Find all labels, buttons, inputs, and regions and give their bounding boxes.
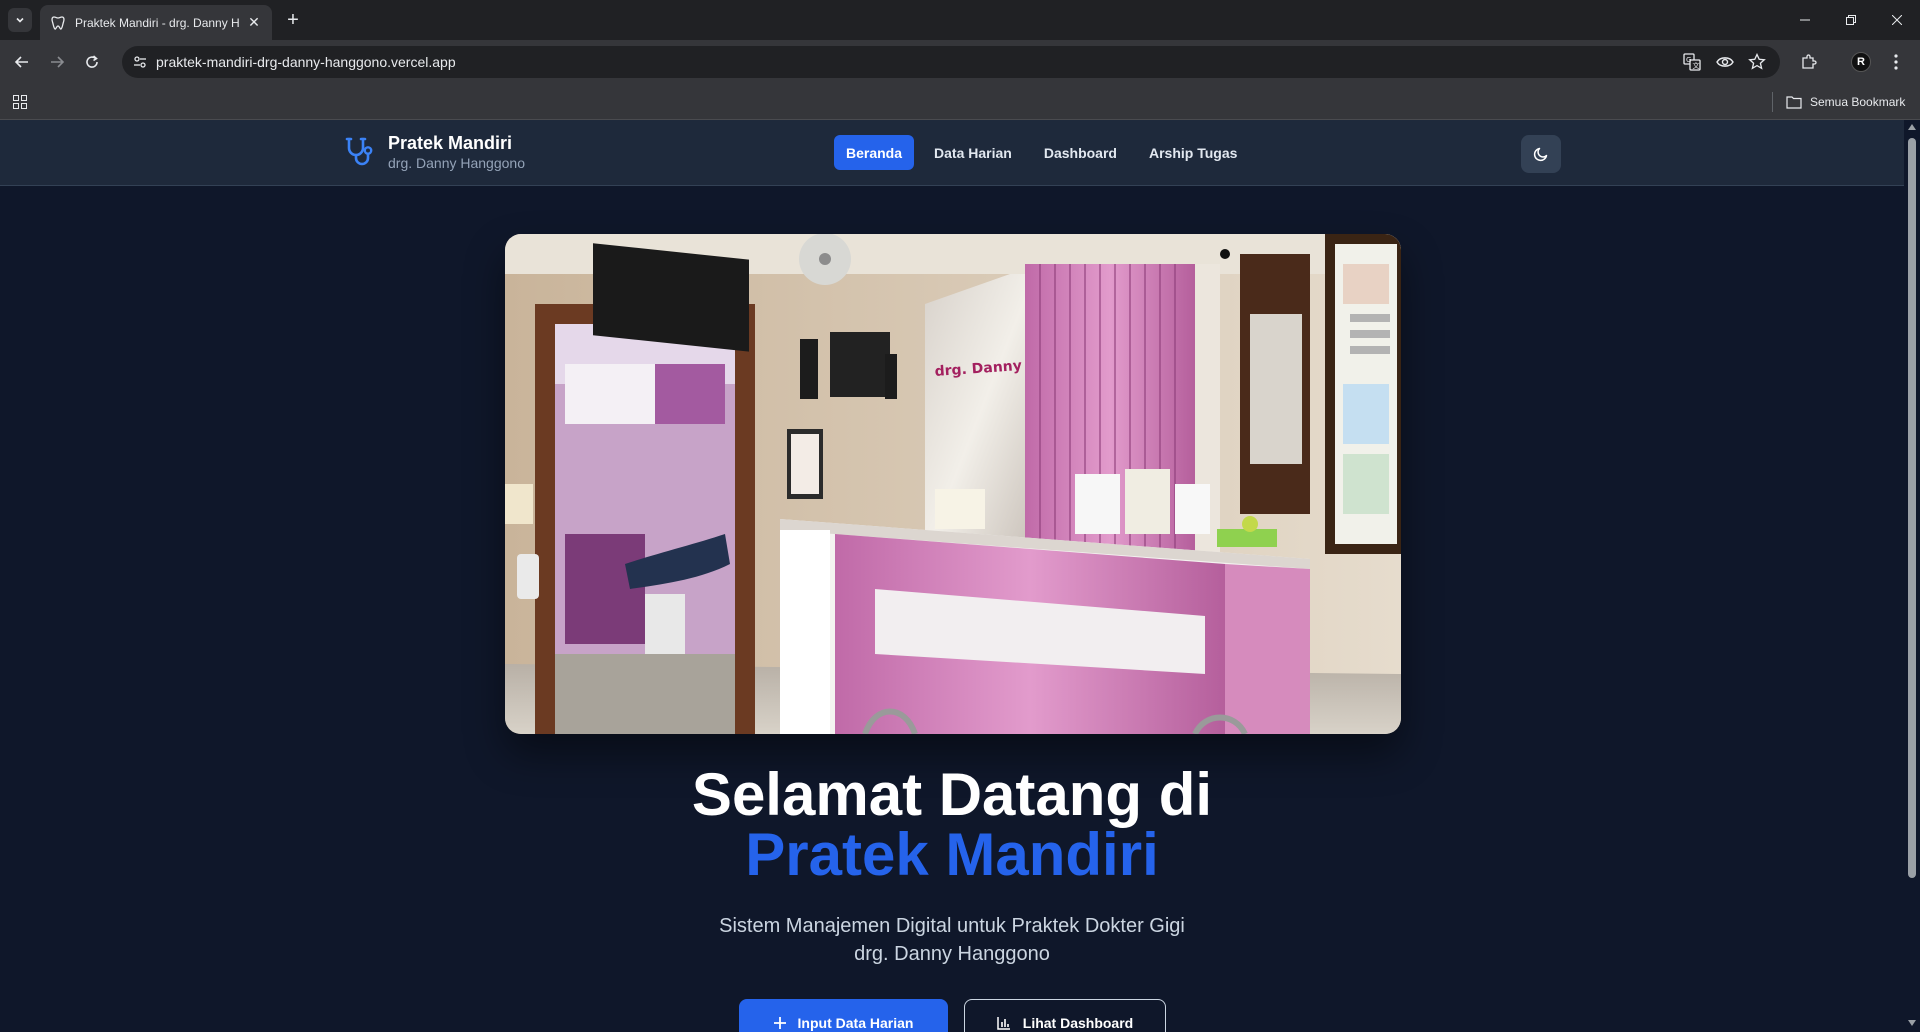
restore-button[interactable] [1828, 0, 1874, 40]
plus-icon [773, 1017, 786, 1029]
close-icon [1892, 15, 1902, 25]
translate-icon[interactable]: G文 [1682, 52, 1702, 72]
arrow-right-icon [51, 56, 65, 68]
theme-toggle-button[interactable] [1521, 135, 1561, 173]
minimize-icon [1800, 19, 1810, 21]
eye-icon[interactable] [1715, 52, 1735, 72]
brand[interactable]: Pratek Mandiri drg. Danny Hanggono [342, 132, 525, 172]
apps-grid-icon[interactable] [10, 92, 30, 112]
bookmark-star-icon[interactable] [1747, 52, 1767, 72]
hero-clinic-photo: drg. Danny H. [505, 234, 1401, 734]
browser-tab-active[interactable]: Praktek Mandiri - drg. Danny H ✕ [40, 5, 272, 40]
address-bar[interactable]: praktek-mandiri-drg-danny-hanggono.verce… [122, 46, 1780, 78]
lihat-dashboard-button[interactable]: Lihat Dashboard [964, 999, 1166, 1032]
input-data-harian-label: Input Data Harian [797, 1015, 914, 1031]
hero-title-accent: Pratek Mandiri [745, 821, 1159, 888]
nav-data-harian[interactable]: Data Harian [922, 135, 1024, 170]
tab-title: Praktek Mandiri - drg. Danny H [75, 15, 240, 30]
url-text[interactable]: praktek-mandiri-drg-danny-hanggono.verce… [156, 54, 456, 70]
hero-description-line2: drg. Danny Hanggono [854, 943, 1050, 965]
scroll-up-icon[interactable] [1908, 124, 1916, 130]
input-data-harian-button[interactable]: Input Data Harian [739, 999, 948, 1032]
svg-text:G: G [1686, 56, 1691, 64]
chevron-down-icon [16, 17, 24, 23]
brand-title: Pratek Mandiri [388, 133, 513, 153]
nav-arship-tugas[interactable]: Arship Tugas [1137, 135, 1249, 170]
reload-button[interactable] [78, 48, 106, 76]
nav-dashboard[interactable]: Dashboard [1032, 135, 1129, 170]
reload-icon [86, 55, 98, 68]
scroll-down-icon[interactable] [1908, 1020, 1916, 1026]
bookmark-separator [1772, 92, 1773, 112]
brand-subtitle: drg. Danny Hanggono [388, 155, 525, 171]
lihat-dashboard-label: Lihat Dashboard [1022, 1015, 1134, 1031]
svg-text:文: 文 [1693, 61, 1700, 70]
main-nav: Beranda Data Harian Dashboard Arship Tug… [834, 135, 1249, 170]
site-header: Pratek Mandiri drg. Danny Hanggono Beran… [0, 120, 1904, 186]
stethoscope-icon [342, 135, 376, 169]
new-tab-button[interactable]: + [282, 9, 304, 31]
bookmarks-bar: Semua Bookmark [0, 84, 1920, 120]
nav-beranda[interactable]: Beranda [834, 135, 915, 170]
folder-icon [1786, 96, 1802, 109]
tab-search-button[interactable] [8, 8, 32, 32]
all-bookmarks-button[interactable]: Semua Bookmark [1786, 92, 1905, 112]
hero-title: Selamat Datang di [691, 761, 1213, 828]
minimize-button[interactable] [1782, 0, 1828, 40]
hero-description-line1: Sistem Manajemen Digital untuk Praktek D… [719, 915, 1185, 937]
moon-icon [1533, 147, 1548, 162]
tooth-icon [50, 15, 66, 31]
hero-description: Sistem Manajemen Digital untuk Praktek D… [0, 912, 1904, 968]
page-scrollbar[interactable] [1904, 120, 1920, 1032]
page-viewport: Pratek Mandiri drg. Danny Hanggono Beran… [0, 120, 1904, 1032]
back-button[interactable] [8, 48, 36, 76]
arrow-left-icon [14, 56, 28, 68]
close-window-button[interactable] [1874, 0, 1920, 40]
extensions-icon[interactable] [1797, 50, 1821, 74]
site-info-icon[interactable] [130, 52, 150, 72]
browser-tab-strip: Praktek Mandiri - drg. Danny H ✕ + [0, 0, 1920, 40]
bar-chart-icon [997, 1017, 1010, 1030]
scrollbar-thumb[interactable] [1908, 138, 1916, 878]
close-tab-icon[interactable]: ✕ [246, 14, 262, 31]
profile-avatar[interactable]: R [1851, 52, 1871, 72]
all-bookmarks-label: Semua Bookmark [1810, 95, 1906, 109]
browser-toolbar: praktek-mandiri-drg-danny-hanggono.verce… [0, 40, 1920, 84]
restore-icon [1846, 15, 1856, 25]
forward-button[interactable] [43, 48, 71, 76]
menu-kebab-icon[interactable] [1884, 50, 1908, 74]
